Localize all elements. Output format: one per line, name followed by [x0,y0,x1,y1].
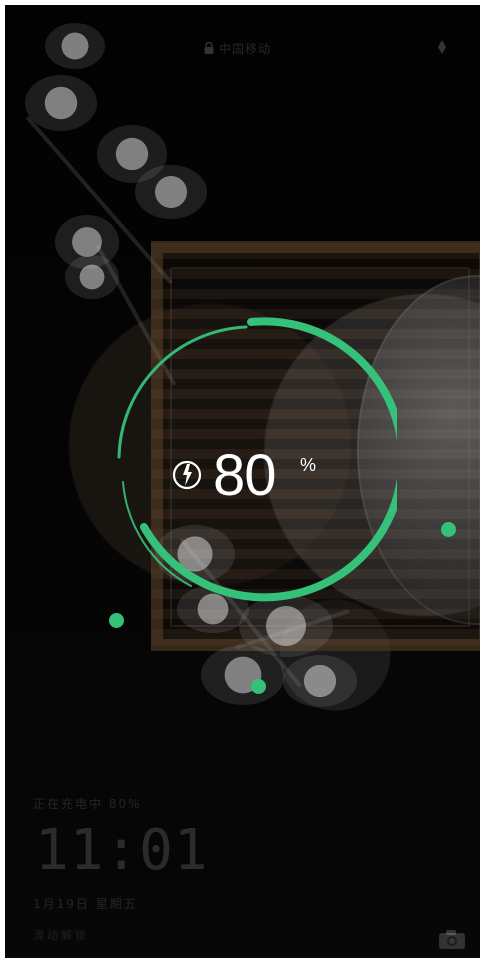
wallpaper-blossom [25,75,97,131]
lock-date-text: 1月19日 星期五 [33,897,138,911]
charge-percentage: 80 [213,443,277,508]
wallpaper-blossom [283,655,357,707]
camera-icon[interactable] [437,929,467,951]
wallpaper-blossom [135,165,207,219]
lock-icon [204,41,214,54]
battery-charge-icon [172,460,202,490]
lock-status-text: 正在充电中 80% [33,797,142,811]
charge-percent-sign: % [300,455,317,475]
charge-indicator-dot [109,613,124,628]
status-bar: 中国移动 [5,5,480,56]
charge-display: 80 % [165,443,345,513]
lock-time: 11:01 [35,818,209,883]
lock-bottom-text: 滑动解锁 [33,929,89,942]
charge-indicator-dot [251,679,266,694]
carrier-text: 中国移动 [219,42,272,56]
charge-indicator-dot [441,522,456,537]
wallpaper-blossom [201,645,285,705]
phone-screen: 中国移动 80 % 正在充电中 80% 11:01 1月19日 星期五 滑动解锁 [5,5,480,958]
signal-icon [438,40,446,54]
wallpaper-blossom [65,255,119,299]
lock-screen-info: 正在充电中 80% 11:01 1月19日 星期五 滑动解锁 [33,795,273,945]
